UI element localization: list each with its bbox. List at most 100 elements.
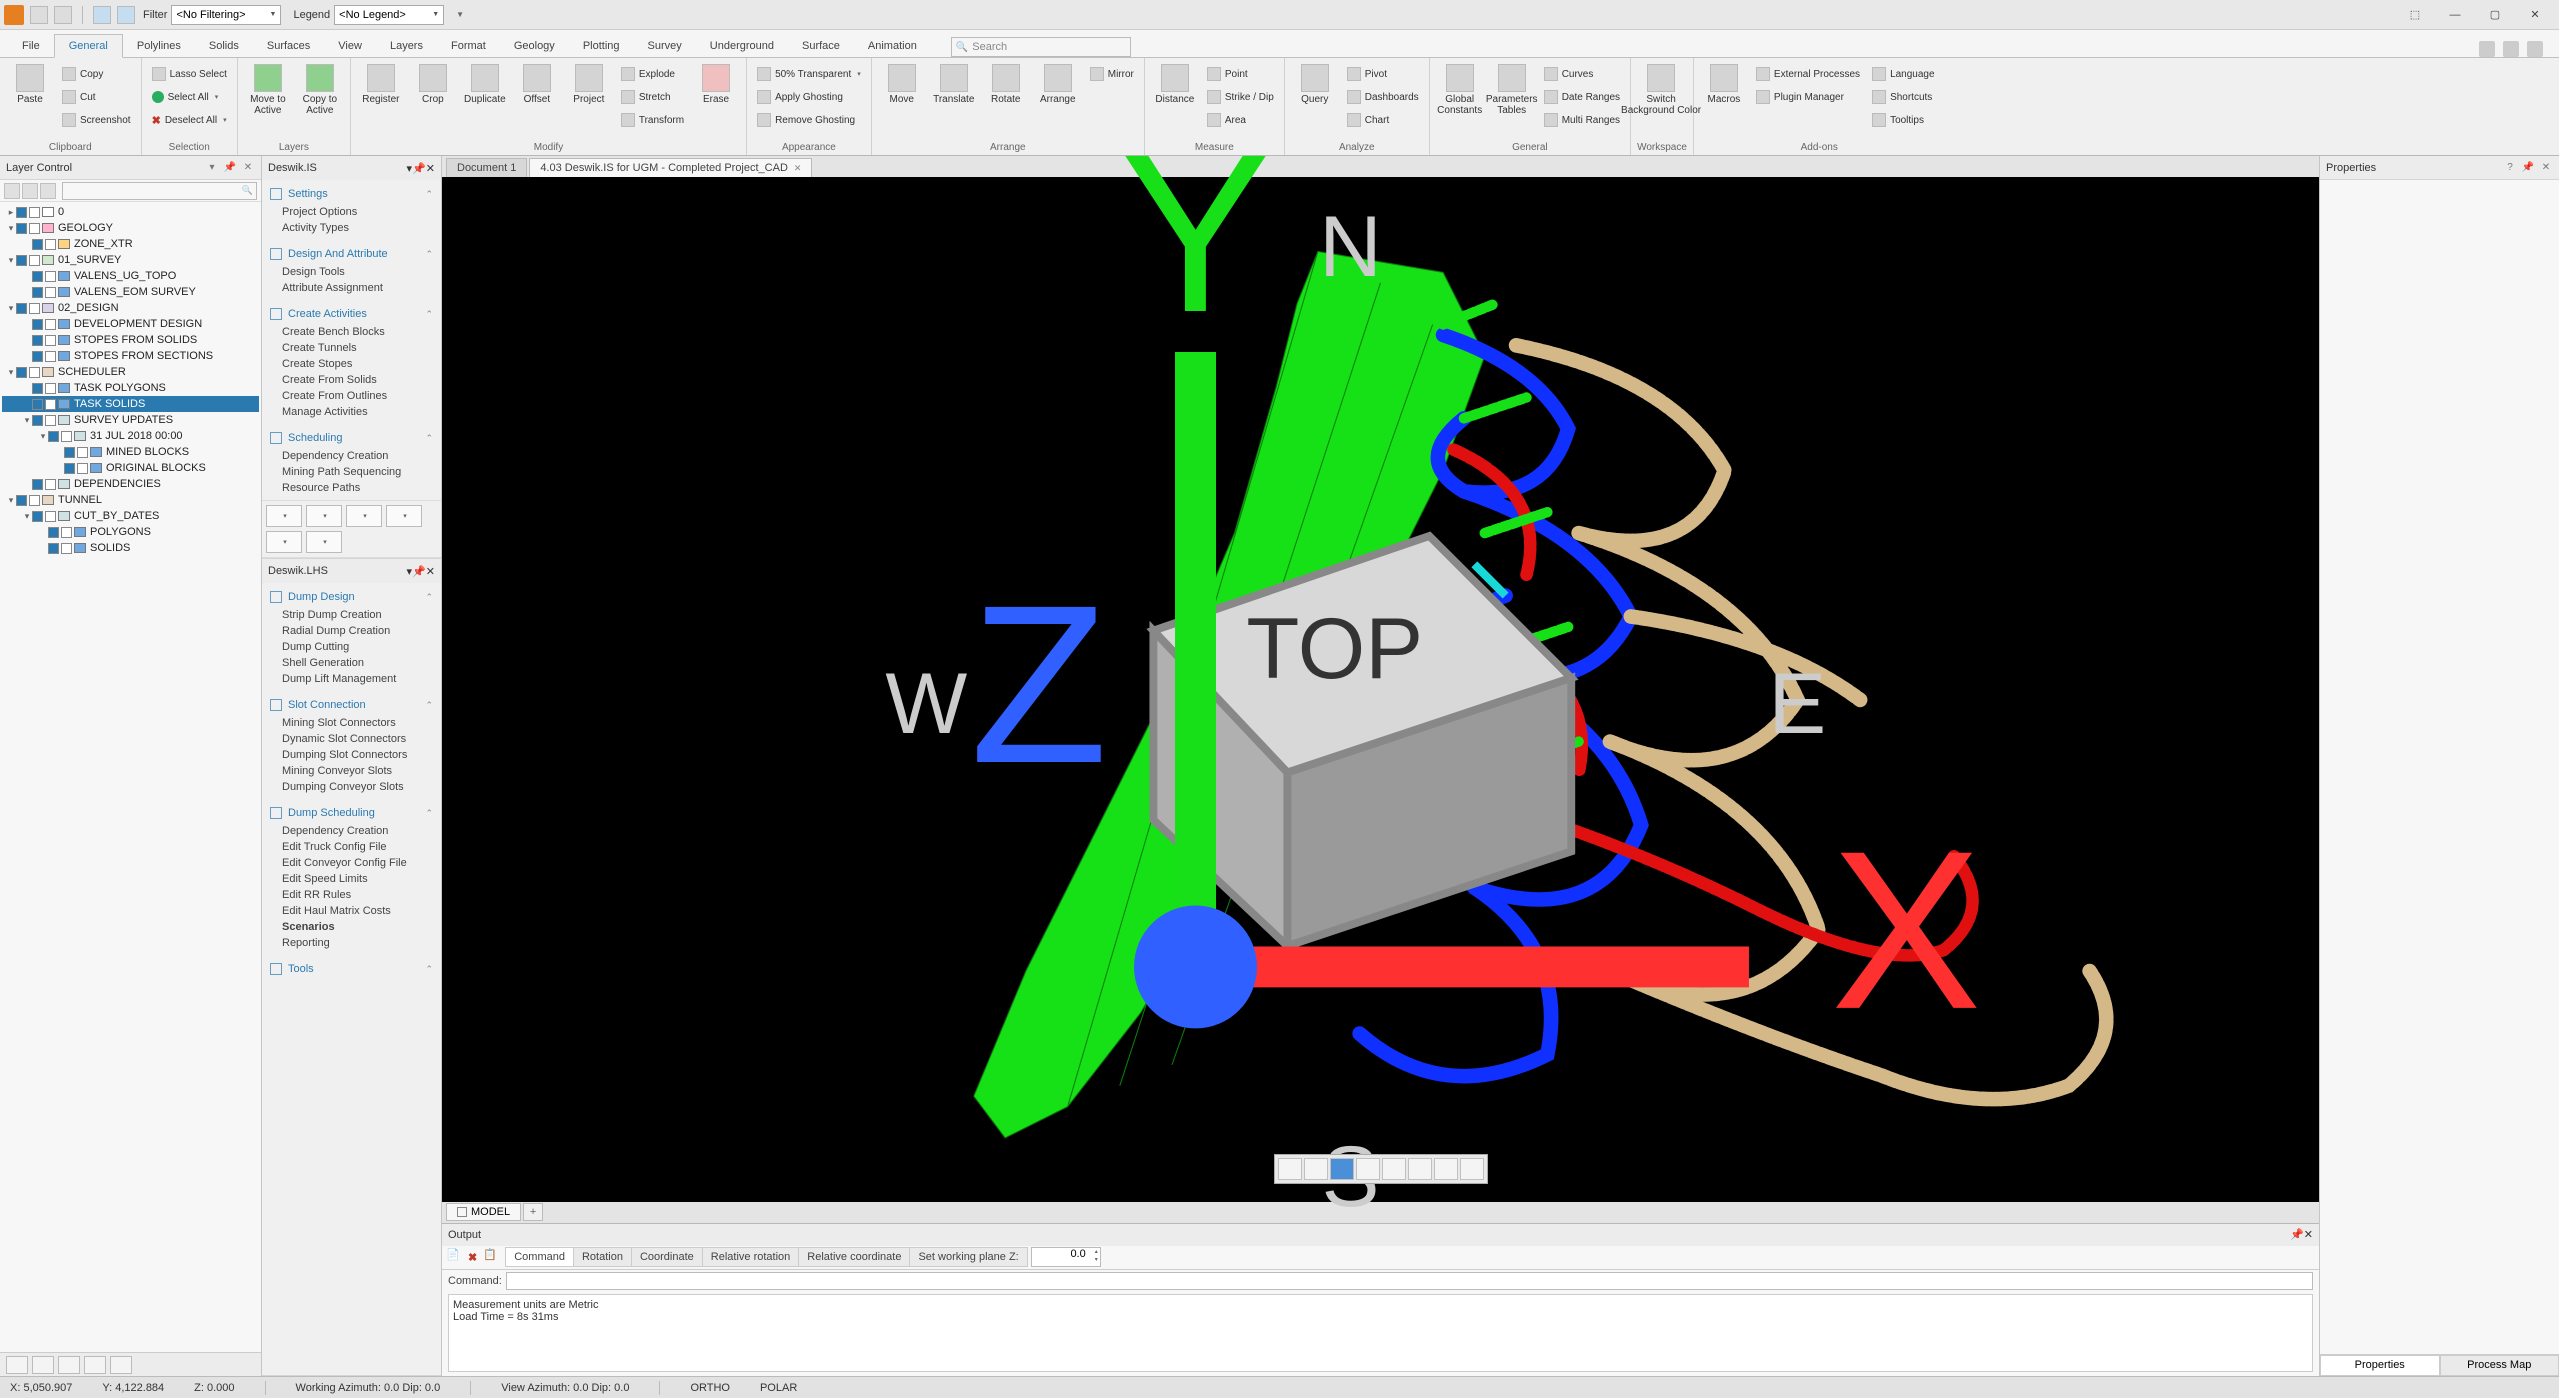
minimize-button[interactable]: —: [2435, 1, 2475, 29]
arrange-button[interactable]: Arrange: [1034, 62, 1082, 107]
copy-to-active-button[interactable]: Copy to Active: [296, 62, 344, 118]
layer-node[interactable]: ZONE_XTR: [2, 236, 259, 252]
ribbon-search-input[interactable]: Search: [951, 37, 1131, 57]
checkbox-icon[interactable]: [48, 431, 59, 442]
layer-new-icon[interactable]: [4, 183, 20, 199]
checkbox-icon[interactable]: [48, 527, 59, 538]
checkbox-icon[interactable]: [32, 319, 43, 330]
settings-icon[interactable]: [2503, 41, 2519, 57]
checkbox-icon[interactable]: [77, 447, 88, 458]
erase-button[interactable]: Erase: [692, 62, 740, 107]
ribbon-tab-file[interactable]: File: [8, 35, 54, 57]
checkbox-icon[interactable]: [29, 367, 40, 378]
switch-bg-button[interactable]: Switch Background Color: [1637, 62, 1685, 118]
maximize-button[interactable]: ▢: [2475, 1, 2515, 29]
output-save-icon[interactable]: 📄: [446, 1248, 464, 1266]
layer-node[interactable]: ▾02_DESIGN: [2, 300, 259, 316]
output-clear-icon[interactable]: ✖: [468, 1251, 477, 1264]
lf-icon-3[interactable]: [58, 1356, 80, 1374]
checkbox-icon[interactable]: [32, 383, 43, 394]
distance-button[interactable]: Distance: [1151, 62, 1199, 107]
checkbox-icon[interactable]: [32, 239, 43, 250]
register-button[interactable]: Register: [357, 62, 405, 107]
panel-pin-icon[interactable]: 📌: [2290, 1228, 2304, 1241]
output-copy-icon[interactable]: 📋: [483, 1248, 501, 1266]
3d-viewport[interactable]: N S W E TOP Y X Z: [442, 177, 2319, 1202]
transform-button[interactable]: Transform: [617, 110, 688, 130]
checkbox-icon[interactable]: [29, 303, 40, 314]
layer-node[interactable]: ▸0: [2, 204, 259, 220]
save-icon[interactable]: [30, 6, 48, 24]
panel-close-icon[interactable]: ✕: [426, 162, 435, 175]
layer-node[interactable]: MINED BLOCKS: [2, 444, 259, 460]
select-all-button[interactable]: Select All▾: [148, 87, 231, 107]
ribbon-tab-plotting[interactable]: Plotting: [569, 35, 634, 57]
area-button[interactable]: Area: [1203, 110, 1278, 130]
panel-close-icon[interactable]: ✕: [2304, 1228, 2313, 1241]
panel-close-icon[interactable]: ✕: [2539, 161, 2553, 175]
checkbox-icon[interactable]: [16, 303, 27, 314]
layer-node[interactable]: ▾01_SURVEY: [2, 252, 259, 268]
offset-button[interactable]: Offset: [513, 62, 561, 107]
stretch-button[interactable]: Stretch: [617, 87, 688, 107]
checkbox-icon[interactable]: [29, 223, 40, 234]
ribbon-tab-solids[interactable]: Solids: [195, 35, 253, 57]
rotate-button[interactable]: Rotate: [982, 62, 1030, 107]
lf-icon-4[interactable]: [84, 1356, 106, 1374]
panel-pin-icon[interactable]: 📌: [223, 161, 237, 175]
screenshot-button[interactable]: Screenshot: [58, 110, 135, 130]
project-button[interactable]: Project: [565, 62, 613, 107]
layer-expand-icon[interactable]: [22, 183, 38, 199]
layer-node[interactable]: VALENS_UG_TOPO: [2, 268, 259, 284]
checkbox-icon[interactable]: [45, 511, 56, 522]
ribbon-toggle-icon[interactable]: ⬚: [2395, 1, 2435, 29]
layer-node[interactable]: STOPES FROM SOLIDS: [2, 332, 259, 348]
checkbox-icon[interactable]: [16, 495, 27, 506]
date-ranges-button[interactable]: Date Ranges: [1540, 87, 1624, 107]
panel-pin-icon[interactable]: 📌: [2521, 161, 2535, 175]
plugin-manager-button[interactable]: Plugin Manager: [1752, 87, 1864, 107]
view-shade-icon[interactable]: [1408, 1158, 1432, 1180]
copy-button[interactable]: Copy: [58, 64, 135, 84]
checkbox-icon[interactable]: [45, 383, 56, 394]
view-screen-icon[interactable]: [1460, 1158, 1484, 1180]
checkbox-icon[interactable]: [32, 479, 43, 490]
ribbon-tab-view[interactable]: View: [324, 35, 376, 57]
ribbon-tab-surfaces[interactable]: Surfaces: [253, 35, 324, 57]
layer-node[interactable]: ▾GEOLOGY: [2, 220, 259, 236]
checkbox-icon[interactable]: [45, 415, 56, 426]
layer-node[interactable]: ▾31 JUL 2018 00:00: [2, 428, 259, 444]
language-button[interactable]: Language: [1868, 64, 1939, 84]
is-tool-3[interactable]: [346, 505, 382, 527]
checkbox-icon[interactable]: [61, 431, 72, 442]
output-tab-command[interactable]: Command: [505, 1247, 574, 1267]
layer-node[interactable]: VALENS_EOM SURVEY: [2, 284, 259, 300]
is-tool-5[interactable]: [266, 531, 302, 553]
remove-ghosting-button[interactable]: Remove Ghosting: [753, 110, 865, 130]
ribbon-tab-format[interactable]: Format: [437, 35, 500, 57]
point-button[interactable]: Point: [1203, 64, 1278, 84]
checkbox-icon[interactable]: [45, 287, 56, 298]
dashboards-button[interactable]: Dashboards: [1343, 87, 1423, 107]
help-icon[interactable]: [2479, 41, 2495, 57]
pivot-button[interactable]: Pivot: [1343, 64, 1423, 84]
layer-node[interactable]: ▾CUT_BY_DATES: [2, 508, 259, 524]
ribbon-tab-surface[interactable]: Surface: [788, 35, 854, 57]
panel-pin-icon[interactable]: 📌: [412, 162, 426, 175]
checkbox-icon[interactable]: [45, 479, 56, 490]
cut-button[interactable]: Cut: [58, 87, 135, 107]
checkbox-icon[interactable]: [32, 399, 43, 410]
checkbox-icon[interactable]: [77, 463, 88, 474]
strike-dip-button[interactable]: Strike / Dip: [1203, 87, 1278, 107]
layer-refresh-icon[interactable]: [40, 183, 56, 199]
layer-node[interactable]: DEVELOPMENT DESIGN: [2, 316, 259, 332]
checkbox-icon[interactable]: [29, 255, 40, 266]
checkbox-icon[interactable]: [32, 415, 43, 426]
print-icon[interactable]: [54, 6, 72, 24]
checkbox-icon[interactable]: [45, 319, 56, 330]
checkbox-icon[interactable]: [45, 351, 56, 362]
checkbox-icon[interactable]: [16, 367, 27, 378]
paste-button[interactable]: Paste: [6, 62, 54, 107]
close-button[interactable]: ✕: [2515, 1, 2555, 29]
layer-node[interactable]: SOLIDS: [2, 540, 259, 556]
